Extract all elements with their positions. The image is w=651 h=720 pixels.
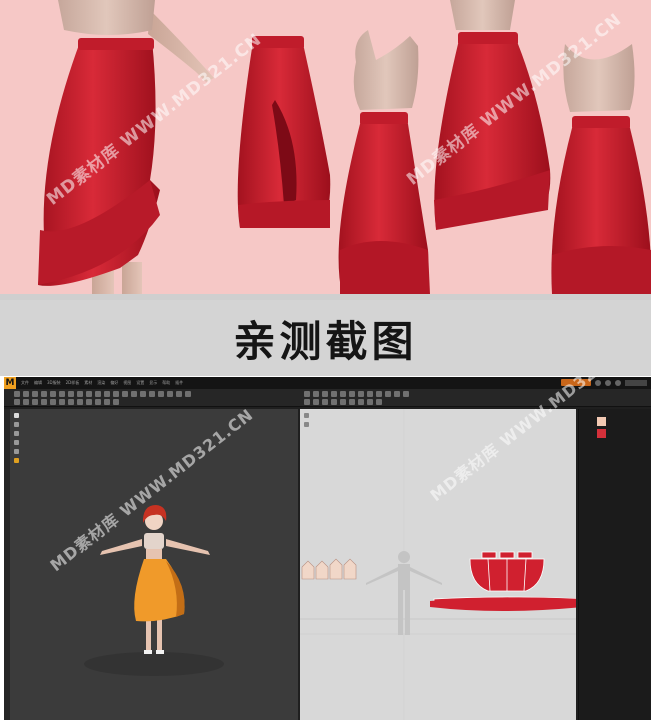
edit-pattern-icon[interactable]: [313, 391, 319, 397]
notch-icon[interactable]: [385, 391, 391, 397]
2d-display-icon[interactable]: [304, 422, 309, 427]
transform-pattern-icon[interactable]: [304, 391, 310, 397]
toolbar-2d-row-1: [304, 391, 409, 397]
toolbar-2d-row-2: [304, 399, 382, 405]
crop-top-side-view: [353, 30, 419, 110]
menu-item-3d-garment[interactable]: 3D服装: [47, 380, 61, 386]
lights-tool-icon[interactable]: [158, 391, 164, 397]
skirt-ruffle-strip[interactable]: [430, 597, 576, 611]
menu-item-preferences[interactable]: 偏好: [110, 380, 118, 386]
toolbar-3d-row-1: [14, 391, 191, 397]
skirt-side-view: [338, 112, 430, 294]
edit-curvature-icon[interactable]: [331, 391, 337, 397]
menu-item-settings[interactable]: 设置: [136, 380, 144, 386]
internal-line-tool-icon[interactable]: [41, 399, 47, 405]
skirt-right-view: [551, 116, 651, 294]
app-logo[interactable]: M: [4, 377, 16, 389]
top-pattern-pieces[interactable]: [301, 558, 357, 580]
slash-spread-icon[interactable]: [349, 391, 355, 397]
menu-item-display[interactable]: 显示: [149, 380, 157, 386]
marvelous-designer-window: M 文件 编辑 3D服装 2D样板 素材 渲染 偏好 视图 设置 显示 帮助 插…: [4, 377, 651, 720]
check-sewing-icon[interactable]: [104, 399, 110, 405]
curve-tool-icon[interactable]: [50, 399, 56, 405]
menu-item-materials[interactable]: 素材: [84, 380, 92, 386]
fabric-swatch-skin[interactable]: [597, 417, 606, 426]
gear-icon[interactable]: [605, 379, 611, 386]
video-tool-icon[interactable]: [185, 391, 191, 397]
segment-sewing-icon[interactable]: [86, 399, 92, 405]
object-browser-panel: [578, 409, 651, 720]
skirt-back-view: [237, 36, 331, 228]
title-band: 亲测截图: [0, 300, 651, 376]
free-sewing-icon[interactable]: [95, 399, 101, 405]
select-tool-icon[interactable]: [14, 391, 20, 397]
texture-display-icon[interactable]: [14, 449, 19, 454]
2d-view-icon[interactable]: [304, 413, 309, 418]
avatar-display-icon[interactable]: [14, 431, 19, 436]
tack-tool-icon[interactable]: [50, 391, 56, 397]
seam-tool-icon[interactable]: [77, 399, 83, 405]
topstitch-tool-icon[interactable]: [95, 391, 101, 397]
workspace-selector[interactable]: [625, 379, 647, 386]
brush-tool-icon[interactable]: [68, 391, 74, 397]
menu-item-file[interactable]: 文件: [21, 380, 29, 386]
display-mode-icon[interactable]: [14, 422, 19, 427]
internal-rectangle-icon[interactable]: [331, 399, 337, 405]
puckering-tool-icon[interactable]: [104, 391, 110, 397]
button-tool-icon[interactable]: [86, 391, 92, 397]
graphic-tool-icon[interactable]: [122, 391, 128, 397]
hide-icon[interactable]: [403, 391, 409, 397]
help-icon[interactable]: [615, 379, 621, 386]
rectangle-pattern-icon[interactable]: [304, 399, 310, 405]
polygon-pattern-icon[interactable]: [322, 399, 328, 405]
toolbar-3d-row-2: [14, 399, 119, 405]
add-point-icon[interactable]: [322, 391, 328, 397]
pleat-tool-icon[interactable]: [68, 399, 74, 405]
page-title: 亲测截图: [233, 316, 418, 366]
polygon-tool-icon[interactable]: [14, 399, 20, 405]
garment-display-icon[interactable]: [14, 440, 19, 445]
render-tool-icon[interactable]: [167, 391, 173, 397]
product-banner: MD素材库 WWW.MD321.CN MD素材库 WWW.MD321.CN: [0, 0, 651, 294]
menu-item-view[interactable]: 视图: [123, 380, 131, 386]
menu-item-render[interactable]: 渲染: [97, 380, 105, 386]
2d-pattern-scene: [300, 409, 576, 720]
circle-pattern-icon[interactable]: [313, 399, 319, 405]
grading-icon[interactable]: [394, 391, 400, 397]
trace-icon[interactable]: [376, 391, 382, 397]
2d-pattern-viewport[interactable]: [300, 409, 576, 720]
strip-tool-icon[interactable]: [131, 391, 137, 397]
fold-arrangement-icon[interactable]: [358, 391, 364, 397]
internal-polygon-icon[interactable]: [349, 399, 355, 405]
segment-sewing-2d-icon[interactable]: [358, 399, 364, 405]
menu-item-edit[interactable]: 编辑: [34, 380, 42, 386]
gathering-icon[interactable]: [113, 399, 119, 405]
texture-2d-icon[interactable]: [376, 399, 382, 405]
pin-tool-icon[interactable]: [41, 391, 47, 397]
menu-item-help[interactable]: 帮助: [162, 380, 170, 386]
measure-tool-icon[interactable]: [59, 391, 65, 397]
avatar-tool-icon[interactable]: [140, 391, 146, 397]
camera-tool-icon[interactable]: [149, 391, 155, 397]
internal-circle-icon[interactable]: [340, 399, 346, 405]
symmetric-icon[interactable]: [367, 391, 373, 397]
rectangle-tool-icon[interactable]: [23, 399, 29, 405]
menu-item-plugins[interactable]: 插件: [175, 380, 183, 386]
dart-tool-icon[interactable]: [59, 399, 65, 405]
move-tool-icon[interactable]: [23, 391, 29, 397]
free-sewing-2d-icon[interactable]: [367, 399, 373, 405]
circle-tool-icon[interactable]: [32, 399, 38, 405]
snapshot-tool-icon[interactable]: [176, 391, 182, 397]
edit-curve-point-icon[interactable]: [340, 391, 346, 397]
texture-tool-icon[interactable]: [113, 391, 119, 397]
fold-tool-icon[interactable]: [32, 391, 38, 397]
fabric-display-icon[interactable]: [14, 458, 19, 463]
zipper-tool-icon[interactable]: [77, 391, 83, 397]
menu-item-2d-pattern[interactable]: 2D样板: [66, 380, 80, 386]
fabric-swatch-red[interactable]: [597, 429, 606, 438]
view-cube-icon[interactable]: [14, 413, 19, 418]
